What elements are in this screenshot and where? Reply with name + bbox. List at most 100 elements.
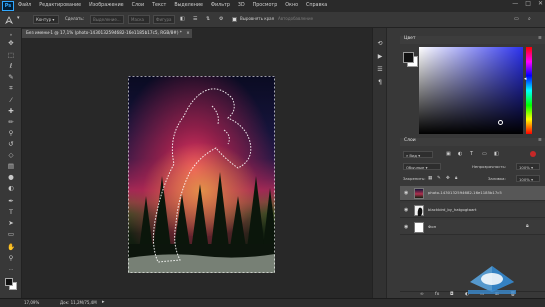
search-icon[interactable]: ⌕ xyxy=(528,17,531,22)
collapse-toolbar-icon[interactable]: » xyxy=(7,31,15,38)
minimize-icon[interactable]: — xyxy=(512,1,518,7)
filter-adjustment-icon[interactable]: ◐ xyxy=(458,152,462,157)
color-picker-field[interactable] xyxy=(419,47,523,134)
zoom-tool-icon[interactable]: ⚲ xyxy=(7,255,15,262)
properties-panel-icon[interactable]: ☰ xyxy=(376,66,384,74)
layer-visibility-eye-icon[interactable]: ◉ xyxy=(404,191,409,196)
move-tool-icon[interactable]: ✥ xyxy=(7,40,15,47)
document-tab-title: Без имени-1 @ 17,1% (photo-1430132594682… xyxy=(26,30,182,35)
layer-row[interactable]: ◉ Фон 🔒︎ xyxy=(400,220,545,235)
path-operations-icon[interactable]: ◧ xyxy=(180,17,185,22)
foreground-color-swatch[interactable] xyxy=(5,278,13,286)
more-tools-icon[interactable]: … xyxy=(7,266,15,273)
layer-name[interactable]: blackbird_by_hatgogtaart xyxy=(428,208,476,212)
color-panel-menu-icon[interactable]: ≡ xyxy=(538,36,542,42)
color-panel-tab[interactable] xyxy=(400,36,545,44)
filter-toggle-icon[interactable] xyxy=(530,151,536,157)
layer-row[interactable]: ◉ photo-1430132594682-16e1185b17c5 xyxy=(400,186,545,201)
lock-pixels-icon[interactable]: ✎ xyxy=(437,176,441,182)
menu-file[interactable]: Файл xyxy=(18,3,31,9)
opacity-input[interactable]: 100% ▾ xyxy=(516,163,540,170)
menu-filter[interactable]: Фильтр xyxy=(211,3,230,9)
menu-select[interactable]: Выделение xyxy=(174,3,203,9)
brush-tool-icon[interactable]: ✏ xyxy=(7,119,15,126)
menu-3d[interactable]: 3D xyxy=(238,3,245,9)
document-size-info[interactable]: Док: 11,2М/75,4М xyxy=(60,301,97,305)
add-mask-icon[interactable]: ◘ xyxy=(450,292,454,298)
color-panel-foreground-swatch[interactable] xyxy=(403,52,414,63)
dodge-tool-icon[interactable]: ◐ xyxy=(7,185,15,192)
clone-stamp-tool-icon[interactable]: ⚲ xyxy=(7,130,15,137)
hue-slider-handle-icon[interactable]: ◂ xyxy=(524,77,527,82)
menu-image[interactable]: Изображение xyxy=(89,3,124,9)
hue-slider[interactable] xyxy=(526,47,532,134)
layer-style-icon[interactable]: fx xyxy=(435,292,439,298)
close-icon[interactable]: ✕ xyxy=(538,1,543,7)
blur-tool-icon[interactable]: ● xyxy=(7,174,15,181)
quick-select-tool-icon[interactable]: ✎ xyxy=(7,74,15,81)
filter-type-icon[interactable]: T xyxy=(470,152,473,157)
shape-tool-icon[interactable]: ▭ xyxy=(7,231,15,238)
fill-input[interactable]: 100% ▾ xyxy=(516,175,540,182)
mode-dropdown[interactable]: Контур ▾ xyxy=(33,15,59,24)
zoom-level[interactable]: 17,09% xyxy=(24,301,39,305)
layer-visibility-eye-icon[interactable]: ◉ xyxy=(404,208,409,213)
menu-layers[interactable]: Слои xyxy=(132,3,144,9)
make-shape-button[interactable]: Фигура xyxy=(153,15,175,24)
settings-gear-icon[interactable]: ⚙ xyxy=(219,17,223,22)
make-mask-button[interactable]: Маска xyxy=(128,15,150,24)
color-picker-cursor[interactable] xyxy=(498,120,503,125)
marquee-tool-icon[interactable]: ⬚ xyxy=(7,52,15,59)
lasso-tool-icon[interactable]: ℓ xyxy=(7,63,15,70)
layer-name[interactable]: photo-1430132594682-16e1185b17c5 xyxy=(428,191,502,195)
path-alignment-icon[interactable]: ☰ xyxy=(193,17,197,22)
path-select-tool-icon[interactable]: ➤ xyxy=(7,220,15,227)
document-tab[interactable]: Без имени-1 @ 17,1% (photo-1430132594682… xyxy=(22,29,192,38)
play-actions-icon[interactable]: ▶ xyxy=(376,53,384,61)
hand-tool-icon[interactable]: ✋ xyxy=(7,244,15,251)
history-panel-icon[interactable]: ⟲ xyxy=(376,40,384,48)
path-arrangement-icon[interactable]: ⇅ xyxy=(206,17,210,22)
menu-window[interactable]: Окно xyxy=(285,3,298,9)
align-edges-checkbox[interactable] xyxy=(232,17,237,22)
menu-edit[interactable]: Редактирование xyxy=(39,3,81,9)
pen-tool-icon[interactable] xyxy=(4,15,14,25)
layer-name[interactable]: Фон xyxy=(428,225,436,229)
document-canvas[interactable] xyxy=(128,76,275,273)
crop-tool-icon[interactable]: ⌗ xyxy=(7,85,15,92)
eraser-tool-icon[interactable]: ◇ xyxy=(7,152,15,159)
type-tool-icon[interactable]: T xyxy=(7,209,15,216)
autoadd-label[interactable]: Автодобавление xyxy=(278,17,313,21)
watermark-logo xyxy=(468,266,516,294)
menu-help[interactable]: Справка xyxy=(306,3,327,9)
lock-all-icon[interactable]: 🔒︎ xyxy=(455,176,457,182)
layer-visibility-eye-icon[interactable]: ◉ xyxy=(404,225,409,230)
filter-smart-object-icon[interactable]: ◧ xyxy=(494,152,499,157)
healing-tool-icon[interactable]: ✚ xyxy=(7,108,15,115)
layer-row[interactable]: ◉ blackbird_by_hatgogtaart xyxy=(400,203,545,218)
status-menu-arrow-icon[interactable]: ▸ xyxy=(102,300,105,305)
make-selection-button[interactable]: Выделение... xyxy=(90,15,124,24)
pen-tool-icon[interactable]: ✒ xyxy=(7,198,15,205)
filter-shape-icon[interactable]: ▭ xyxy=(482,152,487,157)
layers-panel-menu-icon[interactable]: ≡ xyxy=(538,138,542,144)
history-brush-tool-icon[interactable]: ↺ xyxy=(7,141,15,148)
workspace-icon[interactable]: ▭ xyxy=(514,17,519,22)
menu-type[interactable]: Текст xyxy=(152,3,166,9)
lock-position-icon[interactable]: ✥ xyxy=(446,176,450,182)
layer-filter-dropdown[interactable]: ⌕ Вид ▾ xyxy=(403,151,433,158)
lock-transparency-icon[interactable]: ▦ xyxy=(428,176,432,182)
menu-view[interactable]: Просмотр xyxy=(253,3,278,9)
layers-panel-tab[interactable] xyxy=(400,138,545,146)
gradient-tool-icon[interactable]: ▤ xyxy=(7,163,15,170)
options-bar: ▾ Контур ▾ Сделать: Выделение... Маска Ф… xyxy=(0,12,545,28)
eyedropper-tool-icon[interactable]: ⁄ xyxy=(7,97,15,104)
tool-preset-arrow-icon[interactable]: ▾ xyxy=(17,16,20,21)
close-tab-icon[interactable]: × xyxy=(186,30,190,35)
panel-icon-strip: ⟲ ▶ ☰ ¶ xyxy=(373,28,387,298)
filter-pixel-icon[interactable]: ▣ xyxy=(446,152,451,157)
blend-mode-dropdown[interactable]: Обычные ▾ xyxy=(403,163,441,170)
maximize-icon[interactable]: □ xyxy=(525,1,531,7)
link-layers-icon[interactable]: ∞ xyxy=(420,292,424,298)
paragraph-panel-icon[interactable]: ¶ xyxy=(376,79,384,87)
